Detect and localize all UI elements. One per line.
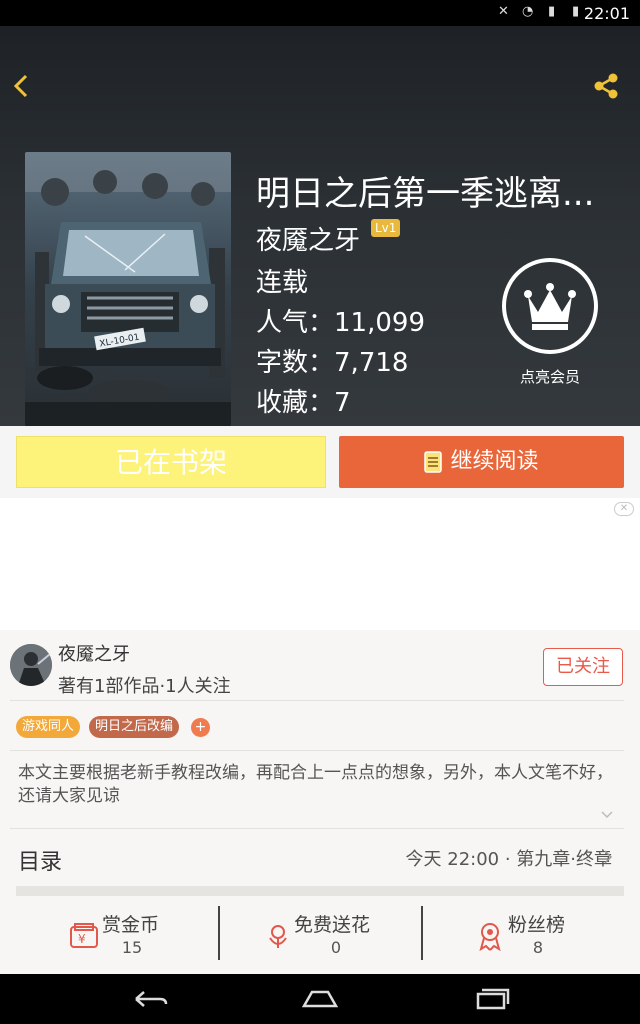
author-works: 著有1部作品·1人关注 — [58, 676, 231, 697]
wifi-icon: ◔ — [522, 4, 534, 19]
gold-coin-icon: ¥ — [70, 923, 98, 948]
divider — [10, 828, 624, 829]
level-badge: Lv1 — [371, 219, 401, 237]
book-icon — [424, 451, 443, 473]
tag-adaptation[interactable]: 明日之后改编 — [89, 716, 180, 738]
on-shelf-button[interactable]: 已在书架 — [16, 436, 326, 488]
follow-button[interactable]: 已关注 — [543, 648, 623, 686]
status-bar: ✕ ◔ ▮ ▮ 22:01 — [0, 0, 640, 26]
back-icon[interactable] — [10, 70, 32, 102]
share-icon[interactable] — [590, 70, 622, 102]
book-author[interactable]: 夜魇之牙 — [256, 220, 360, 257]
latest-chapter[interactable]: 今天 22:00 · 第九章·终章 — [406, 845, 612, 871]
divider — [10, 700, 624, 701]
membership-label[interactable]: 点亮会员 — [500, 366, 600, 387]
back-nav-icon[interactable] — [130, 984, 170, 1014]
fan-ranking[interactable]: 粉丝榜 8 — [424, 906, 628, 966]
author-name[interactable]: 夜魇之牙 — [58, 640, 130, 666]
flower-icon — [269, 925, 287, 948]
book-header: XL-10-01 明日之后第一季逃离... 夜魇之牙 Lv1 连载 人气：11,… — [0, 26, 640, 426]
home-nav-icon[interactable] — [300, 984, 340, 1014]
chevron-right-icon[interactable] — [602, 848, 614, 866]
continue-reading-button[interactable]: 继续阅读 — [339, 436, 624, 488]
signal-icon: ▮ — [548, 4, 556, 19]
book-title: 明日之后第一季逃离... — [256, 174, 595, 214]
crown-icon — [524, 283, 576, 330]
book-info-panel: 夜魇之牙 著有1部作品·1人关注 已关注 游戏同人 明日之后改编 + 本文主要根… — [0, 630, 640, 974]
section-separator — [16, 886, 624, 896]
recent-apps-icon[interactable] — [472, 984, 512, 1014]
author-avatar[interactable] — [10, 644, 52, 686]
toc-label[interactable]: 目录 — [18, 844, 62, 876]
popularity-stat: 人气：11,099 — [256, 308, 425, 338]
ad-close-icon[interactable]: ✕ — [614, 502, 634, 516]
divider — [10, 750, 624, 751]
add-tag-button[interactable]: + — [191, 718, 210, 737]
free-flower[interactable]: 免费送花 0 — [220, 906, 424, 966]
svg-text:¥: ¥ — [78, 932, 86, 946]
expand-chevron-icon[interactable] — [600, 810, 614, 820]
book-cover[interactable]: XL-10-01 — [25, 152, 231, 426]
book-description: 本文主要根据老新手教程改编，再配合上一点点的想象，另外，本人文笔不好，还请大家见… — [18, 763, 613, 806]
tag-game-fanfic[interactable]: 游戏同人 — [16, 716, 81, 738]
gold-coin-reward[interactable]: ¥ 赏金币 15 — [16, 906, 220, 966]
ribbon-medal-icon — [479, 923, 501, 952]
serial-status: 连载 — [256, 268, 309, 298]
navigation-bar — [0, 974, 640, 1024]
membership-button[interactable] — [502, 258, 598, 354]
mute-icon: ✕ — [498, 4, 509, 19]
ad-banner[interactable]: ✕ — [0, 498, 640, 630]
word-count-stat: 字数：7,718 — [256, 348, 409, 378]
battery-icon: ▮ — [572, 4, 580, 19]
stat-separator — [421, 906, 423, 960]
favorites-stat: 收藏：7 — [256, 388, 351, 418]
clock: 22:01 — [583, 4, 630, 23]
